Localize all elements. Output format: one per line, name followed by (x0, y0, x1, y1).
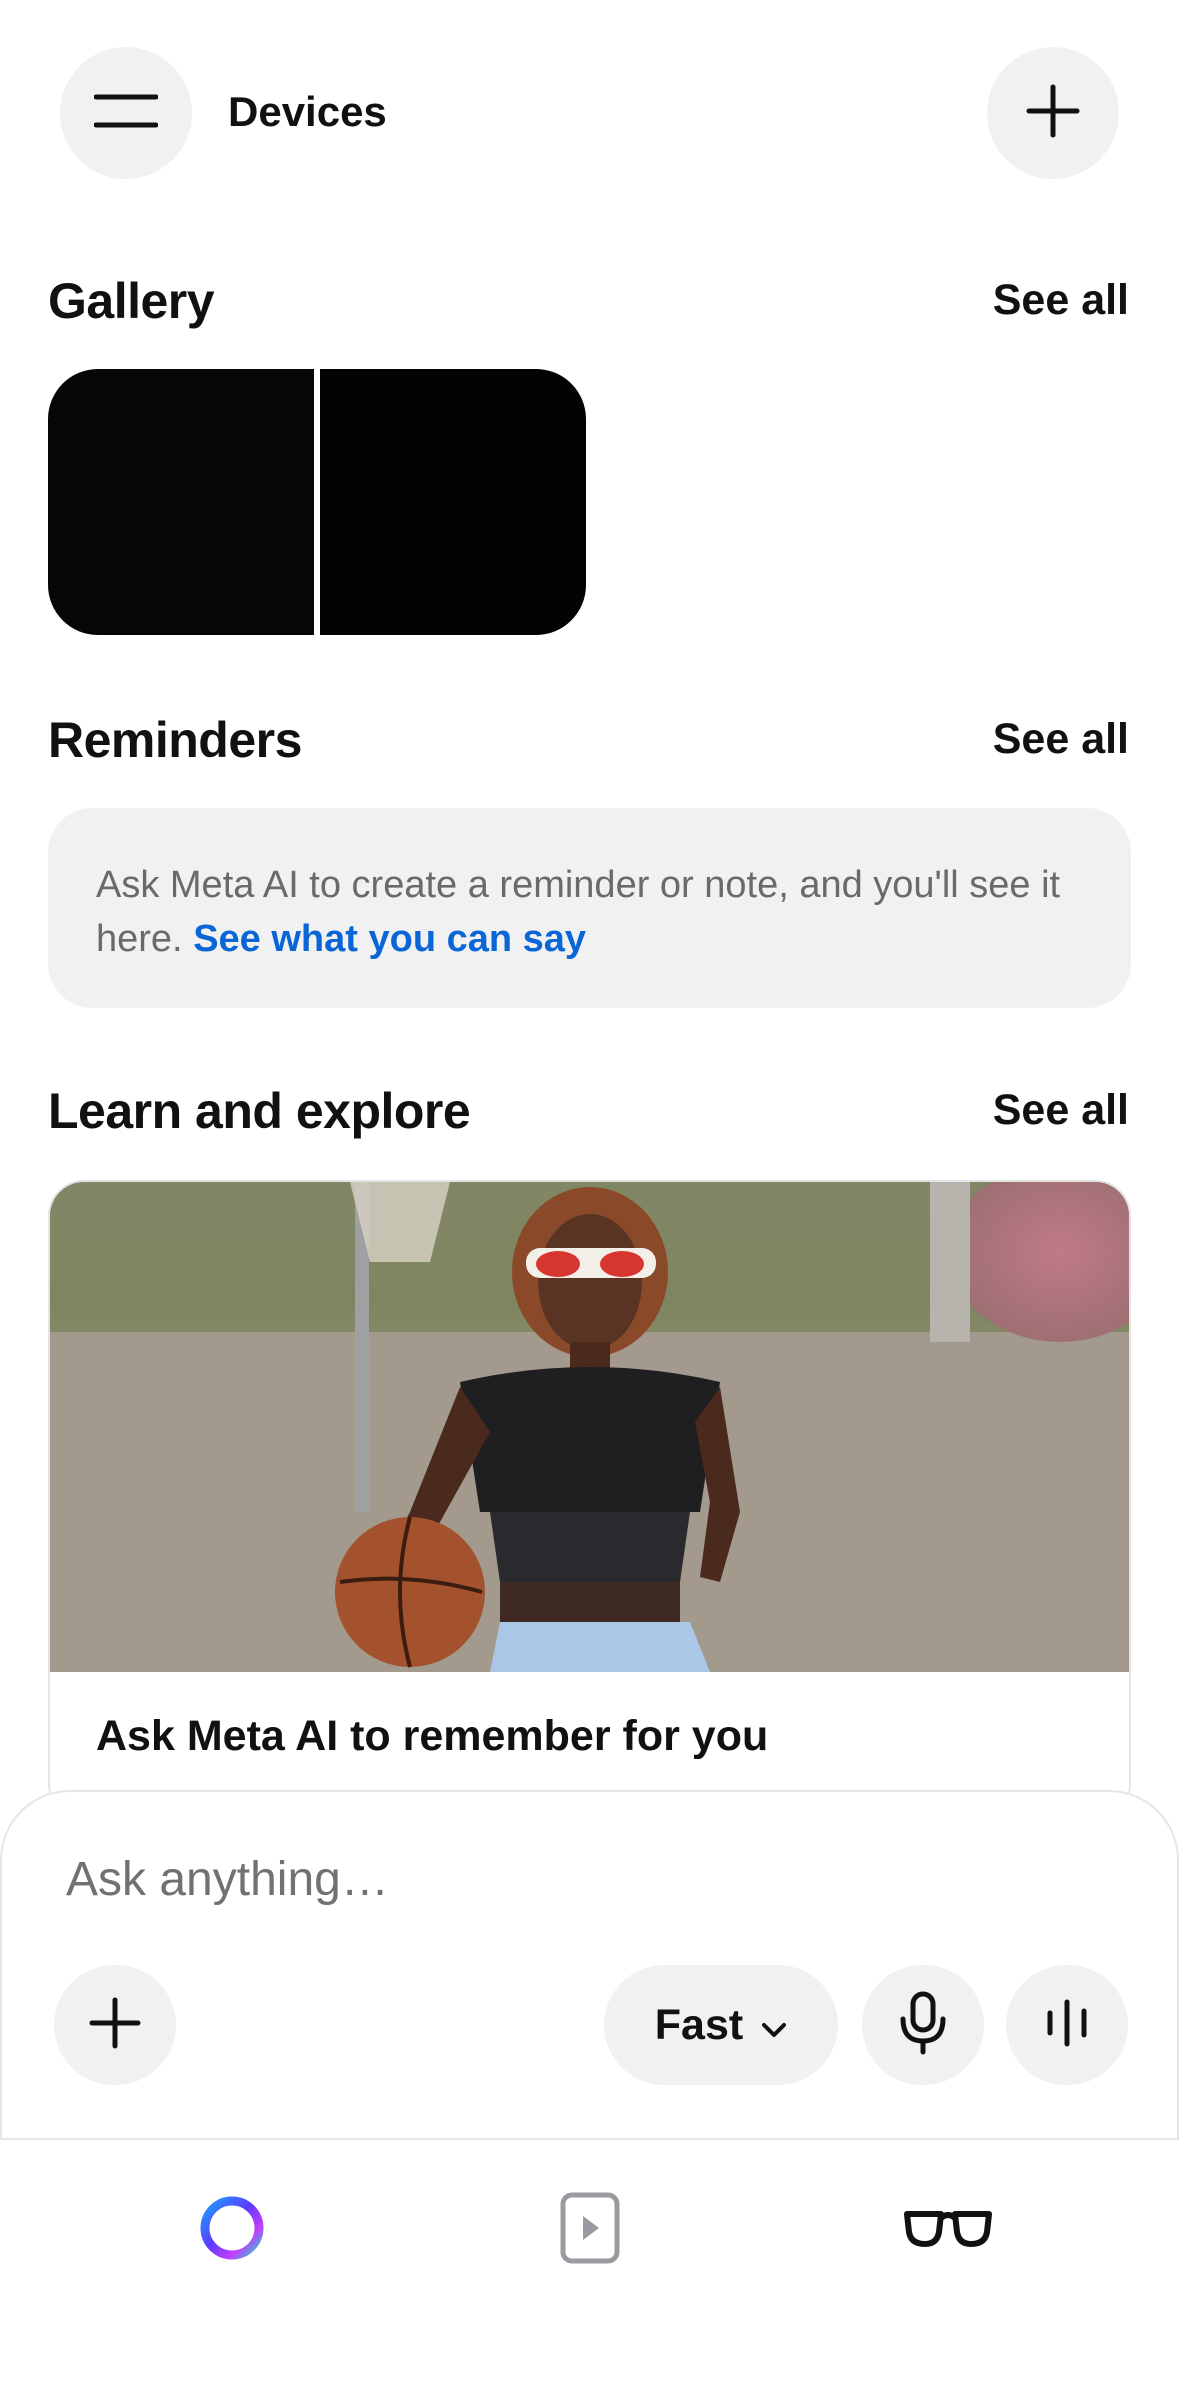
see-what-you-can-say-link[interactable]: See what you can say (193, 918, 586, 960)
tab-devices[interactable] (888, 2180, 1008, 2280)
plus-icon (1026, 84, 1080, 143)
plus-icon (89, 1997, 141, 2054)
gallery-thumbnail[interactable] (320, 369, 586, 635)
media-play-icon (559, 2191, 621, 2270)
meta-ai-icon (197, 2193, 267, 2268)
menu-button[interactable] (60, 47, 192, 179)
explore-card[interactable]: Ask Meta AI to remember for you (48, 1180, 1131, 1820)
gallery-thumbnail[interactable] (48, 369, 314, 635)
reminders-empty-card: Ask Meta AI to create a reminder or note… (48, 808, 1131, 1008)
gallery-see-all-link[interactable]: See all (993, 276, 1129, 325)
voice-waveform-icon (1042, 1998, 1092, 2053)
attach-button[interactable] (54, 1965, 176, 2085)
ask-anything-input[interactable] (66, 1844, 1066, 1914)
bottom-tab-bar (0, 2140, 1179, 2396)
tab-media[interactable] (530, 2180, 650, 2280)
learn-see-all-link[interactable]: See all (993, 1086, 1129, 1135)
tab-meta-ai[interactable] (172, 2180, 292, 2280)
page-title: Devices (228, 88, 387, 135)
top-header: Devices (0, 0, 1179, 230)
voice-mode-button[interactable] (1006, 1965, 1128, 2085)
explore-card-title: Ask Meta AI to remember for you (96, 1712, 769, 1760)
gallery-heading: Gallery (48, 273, 215, 329)
explore-card-image (50, 1182, 1129, 1672)
learn-explore-heading: Learn and explore (48, 1083, 471, 1139)
chevron-down-icon (761, 2001, 787, 2050)
model-speed-dropdown[interactable]: Fast (604, 1965, 838, 2085)
reminders-heading: Reminders (48, 712, 302, 768)
reminders-see-all-link[interactable]: See all (993, 715, 1129, 764)
microphone-icon (896, 1991, 950, 2060)
model-speed-label: Fast (654, 2000, 744, 2049)
glasses-icon (903, 2206, 993, 2255)
add-device-button[interactable] (987, 47, 1119, 179)
hamburger-menu-icon (93, 91, 159, 136)
microphone-button[interactable] (862, 1965, 984, 2085)
ask-composer: Fast (0, 1790, 1179, 2138)
